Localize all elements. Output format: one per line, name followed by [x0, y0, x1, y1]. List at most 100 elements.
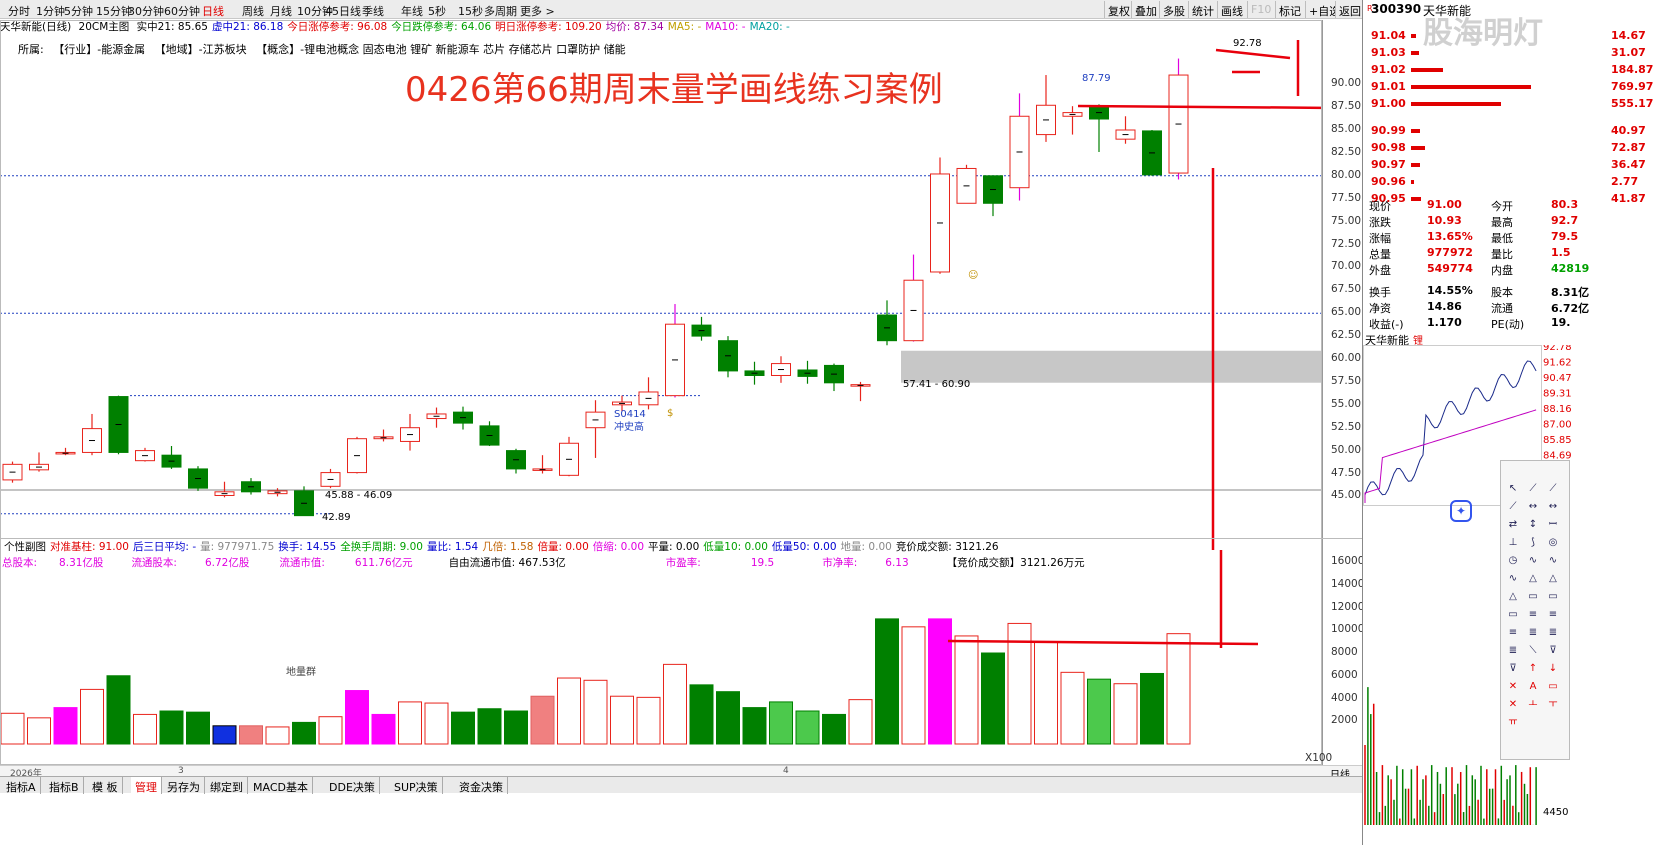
- draw-tool-icon[interactable]: ㅗ: [1527, 699, 1539, 711]
- candle[interactable]: [718, 336, 738, 378]
- period-tab-12[interactable]: 年线: [401, 3, 423, 19]
- period-tab-16[interactable]: 更多 >: [520, 3, 555, 19]
- draw-tool-icon[interactable]: ≡: [1547, 609, 1559, 621]
- toolbar-button-5[interactable]: F10: [1247, 1, 1275, 18]
- draw-tool-icon[interactable]: △: [1507, 591, 1519, 603]
- draw-tool-icon[interactable]: ↕: [1527, 519, 1539, 531]
- candle[interactable]: [983, 175, 1003, 217]
- draw-tool-icon[interactable]: ↖: [1507, 483, 1519, 495]
- toolbar-button-4[interactable]: 画线: [1217, 1, 1246, 18]
- period-tab-0[interactable]: 分时: [8, 3, 30, 19]
- period-tab-13[interactable]: 5秒: [428, 3, 446, 19]
- period-tab-5[interactable]: 60分钟: [164, 3, 200, 19]
- ai-assist-icon[interactable]: ✦: [1450, 500, 1472, 522]
- toolbar-button-0[interactable]: 复权: [1104, 1, 1133, 18]
- bottom-tab-6[interactable]: MACD基本: [249, 777, 313, 794]
- candle[interactable]: [29, 452, 49, 472]
- drawn-line[interactable]: [1077, 104, 1322, 110]
- period-tab-4[interactable]: 30分钟: [128, 3, 164, 19]
- candle[interactable]: [55, 447, 76, 456]
- draw-tool-icon[interactable]: ⊥: [1507, 537, 1519, 549]
- bottom-tab-8[interactable]: SUP决策: [390, 777, 443, 794]
- candle[interactable]: [161, 446, 182, 469]
- candle[interactable]: [294, 486, 314, 517]
- candle[interactable]: [850, 381, 871, 402]
- candle[interactable]: [2, 461, 23, 483]
- candle[interactable]: [479, 421, 500, 447]
- toolbar-button-8[interactable]: 返回: [1335, 1, 1364, 18]
- candle[interactable]: [956, 164, 977, 204]
- draw-tool-icon[interactable]: ▭: [1507, 609, 1519, 621]
- candle[interactable]: [241, 478, 261, 495]
- candle[interactable]: [82, 413, 102, 456]
- draw-tool-icon[interactable]: ▭: [1527, 591, 1539, 603]
- draw-tool-icon[interactable]: ✕: [1507, 699, 1519, 711]
- candle[interactable]: [188, 466, 208, 491]
- candle[interactable]: [1062, 106, 1083, 135]
- candle[interactable]: [1115, 116, 1136, 144]
- candle[interactable]: [877, 300, 897, 346]
- candle[interactable]: [108, 395, 129, 455]
- draw-tool-icon[interactable]: ◎: [1547, 537, 1559, 549]
- bottom-tab-1[interactable]: 指标B: [45, 777, 84, 794]
- draw-tool-icon[interactable]: ▭: [1547, 681, 1559, 693]
- candle[interactable]: [824, 363, 844, 392]
- drawn-line[interactable]: [1215, 48, 1291, 60]
- draw-tool-icon[interactable]: ↓: [1547, 663, 1559, 675]
- candle[interactable]: [320, 468, 341, 489]
- bottom-tab-3[interactable]: 管理: [131, 777, 162, 794]
- candle[interactable]: [797, 360, 818, 384]
- candle[interactable]: [426, 407, 447, 428]
- period-tab-3[interactable]: 15分钟: [96, 3, 132, 19]
- period-tab-11[interactable]: 季线: [362, 3, 384, 19]
- candle[interactable]: [267, 488, 288, 497]
- period-tab-8[interactable]: 月线: [270, 3, 292, 19]
- bottom-tab-2[interactable]: 模 板: [88, 777, 123, 794]
- toolbar-button-3[interactable]: 统计: [1188, 1, 1217, 18]
- period-tab-15[interactable]: 多周期: [484, 3, 517, 19]
- draw-tool-icon[interactable]: ⇄: [1507, 519, 1519, 531]
- candle[interactable]: [347, 436, 367, 474]
- draw-tool-icon[interactable]: ⟋: [1507, 501, 1519, 513]
- draw-tool-icon[interactable]: A: [1527, 681, 1539, 693]
- candle[interactable]: [400, 413, 420, 451]
- draw-tool-icon[interactable]: ↑: [1527, 663, 1539, 675]
- draw-tool-icon[interactable]: △: [1527, 573, 1539, 585]
- period-tab-2[interactable]: 5分钟: [64, 3, 93, 19]
- draw-tool-icon[interactable]: ≣: [1527, 627, 1539, 639]
- draw-tool-icon[interactable]: ↔: [1547, 501, 1559, 513]
- toolbar-button-1[interactable]: 叠加: [1131, 1, 1160, 18]
- candle[interactable]: [373, 429, 394, 442]
- toolbar-button-2[interactable]: 多股: [1159, 1, 1188, 18]
- candle[interactable]: [1089, 104, 1109, 152]
- candle[interactable]: [744, 361, 765, 385]
- period-tab-6[interactable]: 日线: [202, 3, 224, 19]
- bottom-tab-7[interactable]: DDE决策: [325, 777, 380, 794]
- bottom-tab-0[interactable]: 指标A: [2, 777, 41, 794]
- bottom-tab-4[interactable]: 另存为: [163, 777, 205, 794]
- draw-tool-icon[interactable]: ⟋: [1527, 483, 1539, 495]
- candle[interactable]: [585, 400, 606, 458]
- candle[interactable]: [453, 406, 473, 430]
- draw-tool-icon[interactable]: ⊽: [1547, 645, 1559, 657]
- period-tab-7[interactable]: 周线: [242, 3, 264, 19]
- draw-tool-icon[interactable]: ✕: [1507, 681, 1519, 693]
- draw-tool-icon[interactable]: ▭: [1547, 591, 1559, 603]
- draw-tool-icon[interactable]: ꟷ: [1547, 519, 1559, 531]
- draw-tool-icon[interactable]: ≣: [1547, 627, 1559, 639]
- bottom-tab-5[interactable]: 绑定到: [206, 777, 248, 794]
- draw-tool-icon[interactable]: ⟋: [1547, 483, 1559, 495]
- draw-tool-icon[interactable]: ◷: [1507, 555, 1519, 567]
- drawn-line[interactable]: [947, 639, 1259, 646]
- draw-tool-icon[interactable]: ⟆: [1527, 537, 1539, 549]
- toolbar-button-6[interactable]: 标记: [1275, 1, 1304, 18]
- candle[interactable]: [506, 448, 526, 474]
- candle[interactable]: [1036, 75, 1056, 142]
- draw-tool-icon[interactable]: ≡: [1507, 627, 1519, 639]
- draw-tool-icon[interactable]: ㅠ: [1507, 717, 1519, 729]
- draw-tool-icon[interactable]: ≣: [1507, 645, 1519, 657]
- candle[interactable]: [1168, 58, 1189, 180]
- candle[interactable]: [638, 377, 659, 410]
- candle[interactable]: [559, 436, 579, 477]
- period-tab-10[interactable]: 45日线: [325, 3, 361, 19]
